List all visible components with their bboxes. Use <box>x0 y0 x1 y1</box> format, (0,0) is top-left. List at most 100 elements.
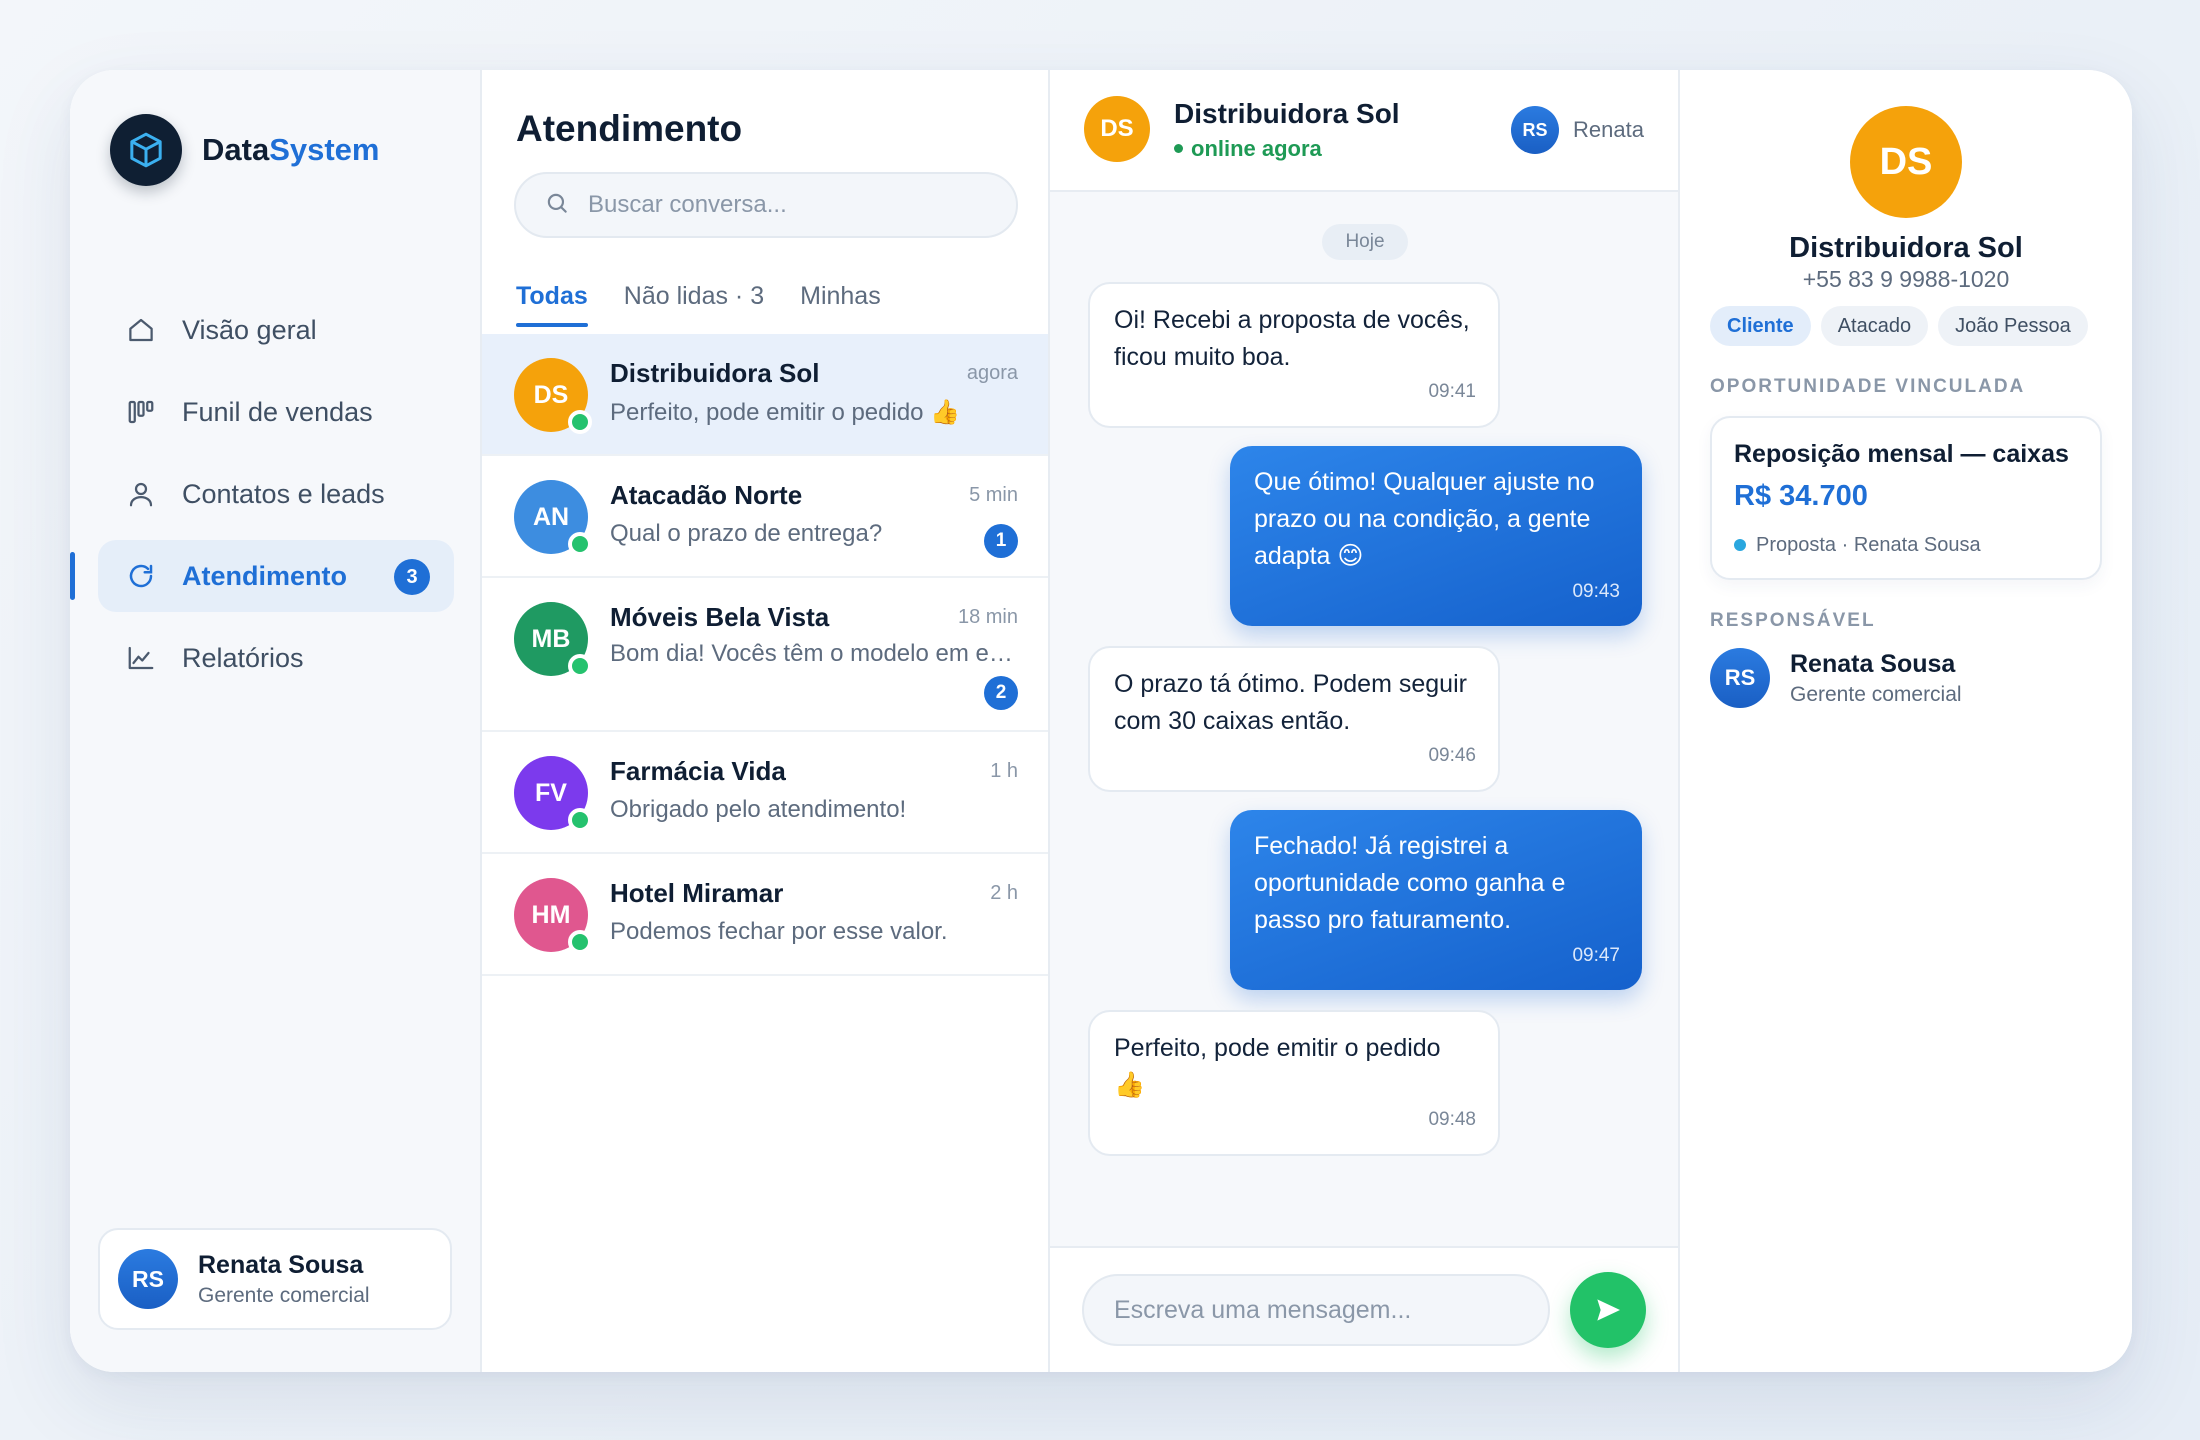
assigned-agent[interactable]: RS Renata <box>1511 106 1644 154</box>
conversation-time: 1 h <box>990 760 1018 782</box>
message-outgoing: Que ótimo! Qualquer ajuste no prazo ou n… <box>1230 446 1642 626</box>
agent-name: Renata <box>1573 117 1644 142</box>
message-text: Fechado! Já registrei a oportunidade com… <box>1254 832 1566 934</box>
conversation-name: Móveis Bela Vista <box>610 602 830 632</box>
online-dot-icon <box>1174 143 1183 153</box>
nav-item-contatos-e-leads[interactable]: Contatos e leads <box>98 458 454 530</box>
nav-item-label: Relatórios <box>182 642 304 673</box>
online-indicator <box>568 808 592 832</box>
user-icon <box>124 477 158 511</box>
conversations-panel: Atendimento Todas Não lidas · 3 Minhas D… <box>482 70 1050 1372</box>
responsible-name: Renata Sousa <box>1790 649 1956 678</box>
conversation-preview: Bom dia! Vocês têm o modelo em estoque? <box>610 640 1016 667</box>
message-text: Que ótimo! Qualquer ajuste no prazo ou n… <box>1254 468 1595 570</box>
message-time: 09:43 <box>1572 581 1620 602</box>
conversation-item[interactable]: AN Atacadão Norte 5 min Qual o prazo de … <box>482 456 1048 578</box>
nav-item-relatorios[interactable]: Relatórios <box>98 622 454 694</box>
conversation-item[interactable]: DS Distribuidora Sol agora Perfeito, pod… <box>482 334 1048 456</box>
message-time: 09:47 <box>1572 945 1620 966</box>
page-title: Atendimento <box>516 108 743 149</box>
nav-item-label: Funil de vendas <box>182 396 373 427</box>
conversation-time: 18 min <box>957 606 1018 628</box>
avatar: MB <box>514 602 592 678</box>
conversation-preview: Perfeito, pode emitir o pedido 👍 <box>610 399 961 426</box>
conversation-time: agora <box>966 362 1018 384</box>
conversation-list: DS Distribuidora Sol agora Perfeito, pod… <box>482 334 1048 976</box>
responsible-role: Gerente comercial <box>1790 682 1962 706</box>
user-role: Gerente comercial <box>198 1283 370 1307</box>
message-input[interactable] <box>1082 1274 1550 1346</box>
tag-cliente[interactable]: Cliente <box>1710 306 1811 346</box>
nav-item-label: Visão geral <box>182 314 317 345</box>
avatar: FV <box>514 756 592 832</box>
avatar: RS <box>1511 106 1560 154</box>
nav-item-visao-geral[interactable]: Visão geral <box>98 294 454 366</box>
tag-joao-pessoa[interactable]: João Pessoa <box>1938 306 2088 346</box>
online-status: online agora <box>1174 136 1322 162</box>
avatar: DS <box>514 358 592 434</box>
message-text: O prazo tá ótimo. Podem seguir com 30 ca… <box>1114 670 1467 735</box>
opportunity-title: Reposição mensal — caixas <box>1734 440 2069 468</box>
online-indicator <box>568 410 592 434</box>
conversation-name: Hotel Miramar <box>610 878 784 908</box>
conversation-tabs: Todas Não lidas · 3 Minhas <box>516 282 917 327</box>
search-box[interactable] <box>514 172 1018 238</box>
message-composer <box>1050 1246 1678 1372</box>
avatar: AN <box>514 480 592 556</box>
refresh-chat-icon <box>124 559 158 593</box>
message-incoming: O prazo tá ótimo. Podem seguir com 30 ca… <box>1088 646 1500 792</box>
online-indicator <box>568 654 592 678</box>
brand[interactable]: DataSystem <box>110 114 380 186</box>
brand-name: DataSystem <box>202 132 380 167</box>
conversation-name: Farmácia Vida <box>610 756 786 786</box>
kanban-icon <box>124 395 158 429</box>
home-icon <box>124 313 158 347</box>
conversation-name: Distribuidora Sol <box>610 358 820 388</box>
conversation-time: 2 h <box>990 882 1018 904</box>
online-indicator <box>568 930 592 954</box>
nav-item-label: Contatos e leads <box>182 478 385 509</box>
avatar[interactable]: DS <box>1084 96 1150 162</box>
search-icon <box>544 190 570 221</box>
conversation-preview: Podemos fechar por esse valor. <box>610 918 948 945</box>
chat-panel: DS Distribuidora Sol online agora RS Ren… <box>1050 70 1680 1372</box>
chart-line-icon <box>124 641 158 675</box>
message-text: Oi! Recebi a proposta de vocês, ficou mu… <box>1114 306 1470 371</box>
opportunity-meta: Proposta · Renata Sousa <box>1734 534 1981 557</box>
nav-item-funil-de-vendas[interactable]: Funil de vendas <box>98 376 454 448</box>
tag-atacado[interactable]: Atacado <box>1820 306 1929 346</box>
section-label: OPORTUNIDADE VINCULADA <box>1710 376 2026 397</box>
nav-item-atendimento[interactable]: Atendimento 3 <box>70 540 454 612</box>
tab-minhas[interactable]: Minhas <box>800 282 881 327</box>
send-icon <box>1597 1299 1620 1321</box>
conversation-item[interactable]: FV Farmácia Vida 1 h Obrigado pelo atend… <box>482 732 1048 854</box>
chat-contact-name: Distribuidora Sol <box>1174 98 1400 129</box>
message-incoming: Perfeito, pode emitir o pedido 👍 09:48 <box>1088 1010 1500 1156</box>
cube-icon <box>110 114 182 186</box>
avatar: RS <box>1710 648 1770 708</box>
stage-dot-icon <box>1734 539 1746 551</box>
send-button[interactable] <box>1570 1272 1646 1348</box>
conversation-item[interactable]: MB Móveis Bela Vista 18 min Bom dia! Voc… <box>482 578 1048 732</box>
conversation-item[interactable]: HM Hotel Miramar 2 h Podemos fechar por … <box>482 854 1048 976</box>
contact-tags: Cliente Atacado João Pessoa <box>1710 306 2098 346</box>
unread-badge: 3 <box>394 559 430 595</box>
tab-nao-lidas[interactable]: Não lidas · 3 <box>624 282 764 327</box>
sidebar: DataSystem Visão geral Funil de vendas C… <box>70 70 482 1372</box>
search-input[interactable] <box>588 191 1008 219</box>
conversation-time: 5 min <box>969 484 1018 506</box>
responsible-user[interactable]: RS Renata Sousa Gerente comercial <box>1710 648 1962 708</box>
current-user-card[interactable]: RS Renata Sousa Gerente comercial <box>98 1228 452 1330</box>
contact-details-panel: DS Distribuidora Sol +55 83 9 9988-1020 … <box>1680 70 2132 1372</box>
message-outgoing: Fechado! Já registrei a oportunidade com… <box>1230 810 1642 990</box>
contact-name: Distribuidora Sol <box>1789 232 2023 264</box>
opportunity-card[interactable]: Reposição mensal — caixas R$ 34.700 Prop… <box>1710 416 2102 580</box>
message-time: 09:48 <box>1428 1109 1476 1130</box>
message-text: Perfeito, pode emitir o pedido 👍 <box>1114 1034 1441 1099</box>
date-separator: Hoje <box>1322 224 1408 260</box>
unread-badge: 1 <box>984 524 1018 558</box>
tab-todas[interactable]: Todas <box>516 282 588 327</box>
app-window: DataSystem Visão geral Funil de vendas C… <box>70 70 2132 1372</box>
conversation-preview: Obrigado pelo atendimento! <box>610 796 907 823</box>
user-name: Renata Sousa <box>198 1250 364 1279</box>
